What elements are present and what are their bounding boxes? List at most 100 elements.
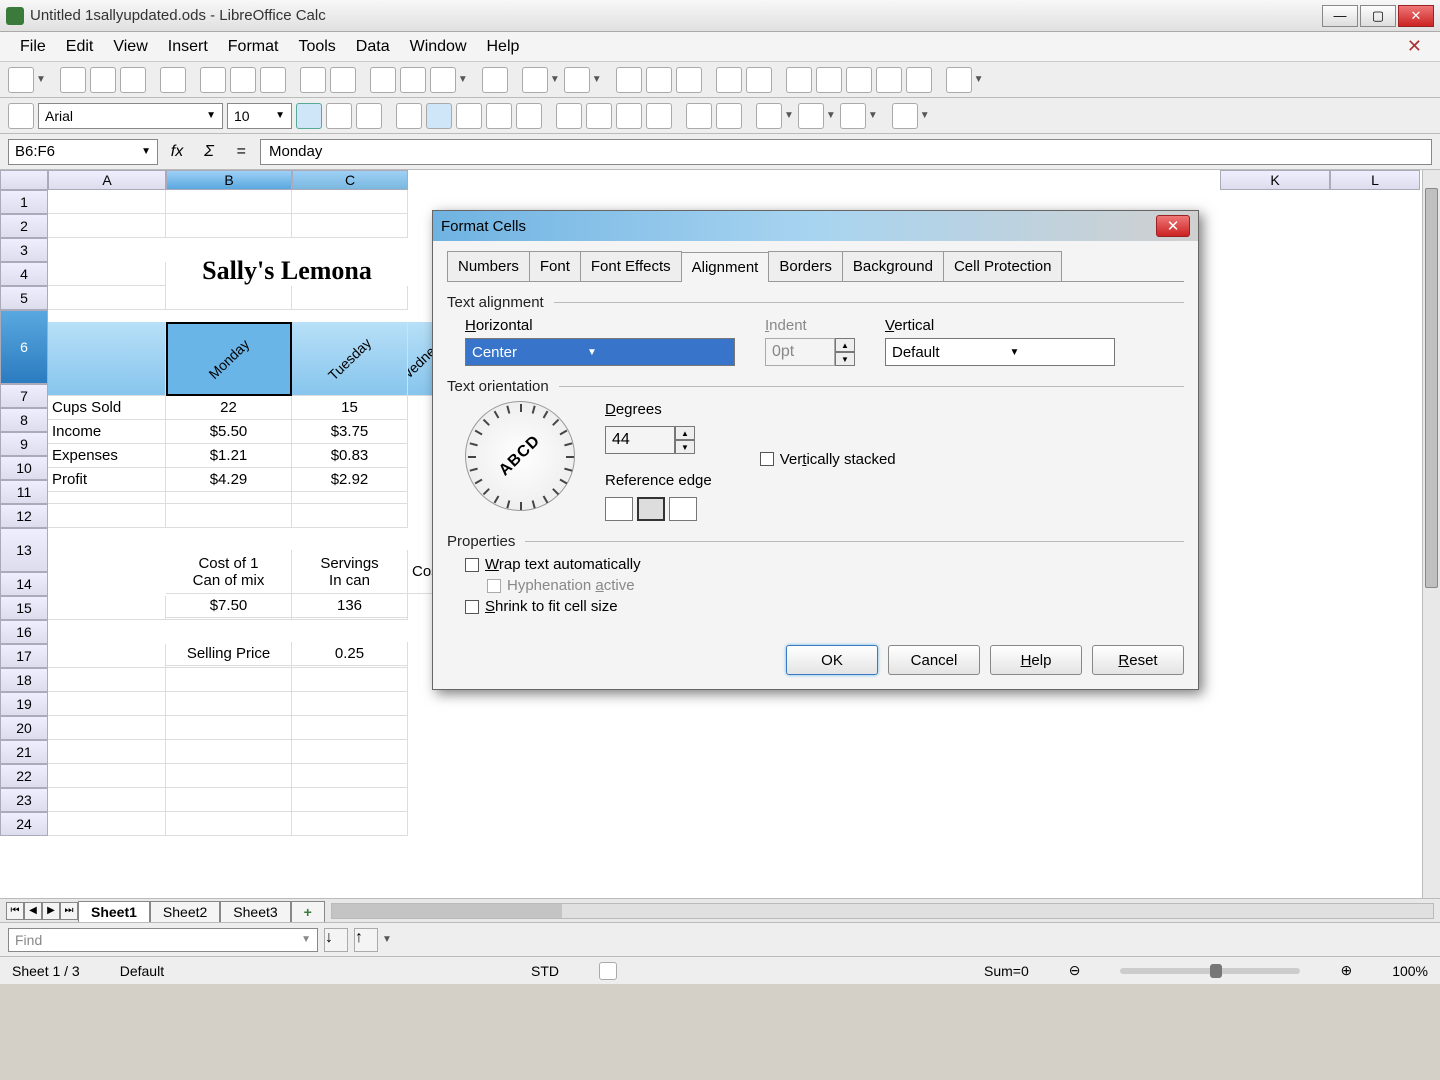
undo-icon[interactable] [522,67,548,93]
print-icon[interactable] [230,67,256,93]
cell-b10[interactable]: $4.29 [166,468,292,492]
zoom-icon[interactable] [906,67,932,93]
cell-empty[interactable] [292,788,408,812]
decrease-indent-icon[interactable] [686,103,712,129]
cut-icon[interactable] [370,67,396,93]
cell-empty[interactable] [48,190,166,214]
cell-empty[interactable] [292,812,408,836]
horizontal-scrollbar[interactable] [331,903,1434,919]
cell-empty[interactable] [166,214,292,238]
cell-empty[interactable] [166,504,292,528]
reset-button[interactable]: Reset [1092,645,1184,675]
col-header-a[interactable]: A [48,170,166,190]
cell-empty[interactable] [48,644,166,668]
tab-last-button[interactable]: ⏭ [60,902,78,920]
sheet-title-cell[interactable]: Sally's Lemona [166,256,408,286]
cell-empty[interactable] [48,214,166,238]
row-header-3[interactable]: 3 [0,238,48,262]
format-paintbrush-icon[interactable] [482,67,508,93]
cell-empty[interactable] [48,812,166,836]
col-header-c[interactable]: C [292,170,408,190]
col-header-b[interactable]: B [166,170,292,190]
cell-empty[interactable] [292,716,408,740]
cell-empty[interactable] [48,504,166,528]
cell-empty[interactable] [166,740,292,764]
close-button[interactable]: ✕ [1398,5,1434,27]
headers-icon[interactable] [846,67,872,93]
col-header-k[interactable]: K [1220,170,1330,190]
cell-b14[interactable]: $7.50 [166,594,292,618]
tab-font[interactable]: Font [529,251,581,281]
merge-cells-icon[interactable] [516,103,542,129]
tab-prev-button[interactable]: ◀ [24,902,42,920]
dialog-titlebar[interactable]: Format Cells ✕ [433,211,1198,241]
menu-file[interactable]: File [10,34,56,60]
cell-c9[interactable]: $0.83 [292,444,408,468]
italic-icon[interactable] [326,103,352,129]
menu-help[interactable]: Help [477,34,530,60]
cell-empty[interactable] [292,692,408,716]
cell-c6[interactable]: Tuesday [292,322,408,396]
tab-borders[interactable]: Borders [768,251,843,281]
row-header-8[interactable]: 8 [0,408,48,432]
font-size-combo[interactable]: 10▼ [227,103,292,129]
menu-edit[interactable]: Edit [56,34,104,60]
styles-icon[interactable] [8,103,34,129]
ok-button[interactable]: OK [786,645,878,675]
cell-reference-input[interactable]: B6:F6▼ [8,139,158,165]
row-header-2[interactable]: 2 [0,214,48,238]
cancel-button[interactable]: Cancel [888,645,980,675]
row-header-7[interactable]: 7 [0,384,48,408]
cell-empty[interactable] [292,668,408,692]
cell-empty[interactable] [48,692,166,716]
tab-first-button[interactable]: ⏮ [6,902,24,920]
degrees-spinner[interactable]: 44 ▲▼ [605,426,712,454]
row-header-13[interactable]: 13 [0,528,48,572]
row-header-17[interactable]: 17 [0,644,48,668]
cell-empty[interactable] [166,812,292,836]
navigator-icon[interactable] [746,67,772,93]
minimize-button[interactable]: — [1322,5,1358,27]
cell-empty[interactable] [292,740,408,764]
row-header-5[interactable]: 5 [0,286,48,310]
spellcheck-icon[interactable] [300,67,326,93]
cell-empty[interactable] [166,788,292,812]
menu-format[interactable]: Format [218,34,289,60]
datasources-icon[interactable] [816,67,842,93]
row-header-24[interactable]: 24 [0,812,48,836]
cell-c13[interactable]: Servings In can [292,550,408,594]
row-header-19[interactable]: 19 [0,692,48,716]
row-header-9[interactable]: 9 [0,432,48,456]
align-justify-icon[interactable] [486,103,512,129]
export-pdf-icon[interactable] [200,67,226,93]
cell-a9[interactable]: Expenses [48,444,166,468]
sum-icon[interactable]: Σ [196,139,222,165]
percent-icon[interactable] [586,103,612,129]
zoom-slider[interactable] [1120,968,1300,974]
equals-icon[interactable]: = [228,139,254,165]
row-header-12[interactable]: 12 [0,504,48,528]
record-icon[interactable] [876,67,902,93]
zoom-value[interactable]: 100% [1392,963,1428,979]
menu-insert[interactable]: Insert [158,34,218,60]
maximize-button[interactable]: ▢ [1360,5,1396,27]
menu-window[interactable]: Window [400,34,477,60]
gallery-icon[interactable] [786,67,812,93]
align-left-icon[interactable] [396,103,422,129]
open-icon[interactable] [60,67,86,93]
add-decimal-icon[interactable] [616,103,642,129]
bg-color-icon[interactable] [798,103,824,129]
cell-empty[interactable] [166,286,292,310]
paste-icon[interactable] [430,67,456,93]
cell-a6[interactable] [48,322,166,396]
cell-a8[interactable]: Income [48,420,166,444]
autospell-icon[interactable] [330,67,356,93]
cell-empty[interactable] [166,668,292,692]
cell-c10[interactable]: $2.92 [292,468,408,492]
row-header-16[interactable]: 16 [0,620,48,644]
save-icon[interactable] [90,67,116,93]
cell-empty[interactable] [166,716,292,740]
cell-b8[interactable]: $5.50 [166,420,292,444]
copy-icon[interactable] [400,67,426,93]
font-color-icon[interactable] [840,103,866,129]
